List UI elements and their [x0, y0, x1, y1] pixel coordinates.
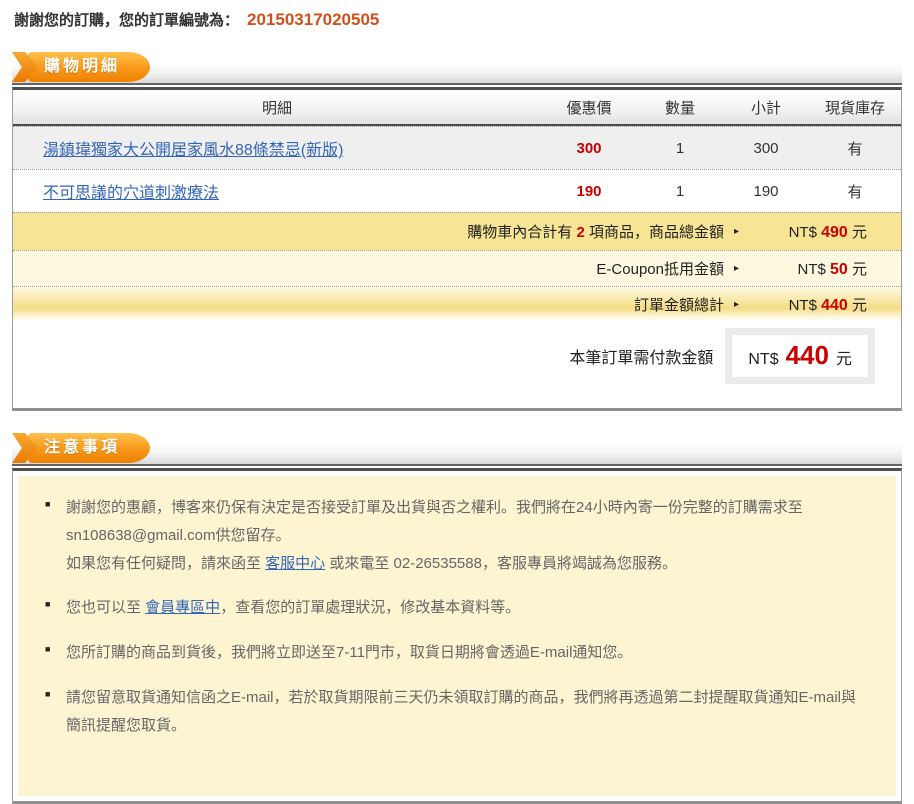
summary-label: E-Coupon抵用金額 — [596, 261, 724, 278]
order-number: 20150317020505 — [247, 10, 380, 29]
cart-section-title: 購物明細 — [28, 52, 151, 82]
list-item: 您也可以至 會員專區中，查看您的訂單處理狀況，修改基本資料等。 — [44, 594, 868, 622]
product-link[interactable]: 不可思議的穴道刺激療法 — [43, 185, 219, 202]
summary-label: 購物車內合計有 2 項商品，商品總金額 — [467, 224, 724, 241]
ecoupon-amount: NT$ 50 元 — [797, 261, 868, 278]
payment-due-row: 本筆訂單需付款金額 NT$ 440 元 — [13, 322, 901, 388]
summary-row-items-total: 購物車內合計有 2 項商品，商品總金額 ▸ NT$ 490 元 — [13, 212, 901, 250]
product-link[interactable]: 湯鎮瑋獨家大公開居家風水88條禁忌(新版) — [43, 142, 343, 159]
payment-unit: 元 — [835, 351, 852, 368]
product-qty: 1 — [675, 139, 685, 157]
notice-box: 謝謝您的惠顧，博客來仍保有決定是否接受訂單及出貨與否之權利。我們將在24小時內寄… — [12, 468, 902, 804]
cart-section-header: 購物明細 — [12, 47, 902, 85]
col-header-qty: 數量 — [664, 99, 695, 117]
col-header-price: 優惠價 — [566, 99, 612, 117]
cart-ribbon: 購物明細 — [12, 52, 151, 82]
arrow-right-icon: ▸ — [733, 226, 739, 237]
notice-ribbon: 注意事項 — [12, 433, 151, 463]
product-subtotal: 300 — [753, 139, 779, 157]
notice-section-title: 注意事項 — [28, 433, 151, 463]
order-thanks-line: 謝謝您的訂購，您的訂單編號為： 20150317020505 — [0, 0, 914, 30]
product-stock: 有 — [847, 183, 863, 201]
product-price: 190 — [576, 182, 602, 200]
product-qty: 1 — [675, 182, 685, 200]
notice-list: 謝謝您的惠顧，博客來仍保有決定是否接受訂單及出貨與否之權利。我們將在24小時內寄… — [44, 494, 868, 739]
summary-row-ecoupon: E-Coupon抵用金額 ▸ NT$ 50 元 — [13, 250, 901, 286]
items-total-amount: NT$ 490 元 — [788, 224, 867, 241]
product-price: 300 — [576, 139, 602, 157]
arrow-right-icon: ▸ — [733, 263, 739, 274]
payment-currency: NT$ — [748, 351, 779, 368]
product-stock: 有 — [847, 140, 863, 158]
payment-amount: 440 — [785, 340, 829, 370]
table-row: 不可思議的穴道刺激療法 190 1 190 有 — [13, 169, 901, 212]
product-subtotal: 190 — [753, 182, 779, 200]
arrow-right-icon: ▸ — [733, 299, 739, 310]
member-area-link[interactable]: 會員專區中 — [145, 599, 220, 616]
notice-section-header: 注意事項 — [12, 428, 902, 466]
order-confirmation-page: { "colors": { "accent_orange": "#ee8100"… — [0, 0, 914, 804]
table-row: 湯鎮瑋獨家大公開居家風水88條禁忌(新版) 300 1 300 有 — [13, 126, 901, 169]
item-count: 2 — [576, 224, 585, 241]
cart-detail-box: 明細 優惠價 數量 小計 現貨庫存 湯鎮瑋獨家大公開居家風水88條禁忌(新版) … — [12, 87, 902, 411]
payment-due-box: NT$ 440 元 — [725, 328, 875, 384]
list-item: 謝謝您的惠顧，博客來仍保有決定是否接受訂單及出貨與否之權利。我們將在24小時內寄… — [44, 494, 868, 577]
summary-label: 訂單金額總計 — [633, 297, 724, 314]
payment-due-label: 本筆訂單需付款金額 — [569, 350, 714, 367]
col-header-stock: 現貨庫存 — [824, 99, 885, 117]
thanks-text: 謝謝您的訂購，您的訂單編號為： — [14, 12, 240, 29]
list-item: 您所訂購的商品到貨後，我們將立即送至7-11門市，取貨日期將會透過E-mail通… — [44, 639, 868, 667]
col-header-detail: 明細 — [261, 99, 292, 117]
list-item: 請您留意取貨通知信函之E-mail，若於取貨期限前三天仍未領取訂購的商品，我們將… — [44, 684, 868, 740]
cart-table-header: 明細 優惠價 數量 小計 現貨庫存 — [13, 90, 901, 126]
customer-service-link[interactable]: 客服中心 — [265, 555, 325, 572]
summary-row-order-total: 訂單金額總計 ▸ NT$ 440 元 — [13, 286, 901, 322]
col-header-subtotal: 小計 — [750, 99, 781, 117]
notice-background: 謝謝您的惠顧，博客來仍保有決定是否接受訂單及出貨與否之權利。我們將在24小時內寄… — [18, 476, 896, 797]
order-total-amount: NT$ 440 元 — [788, 297, 867, 314]
